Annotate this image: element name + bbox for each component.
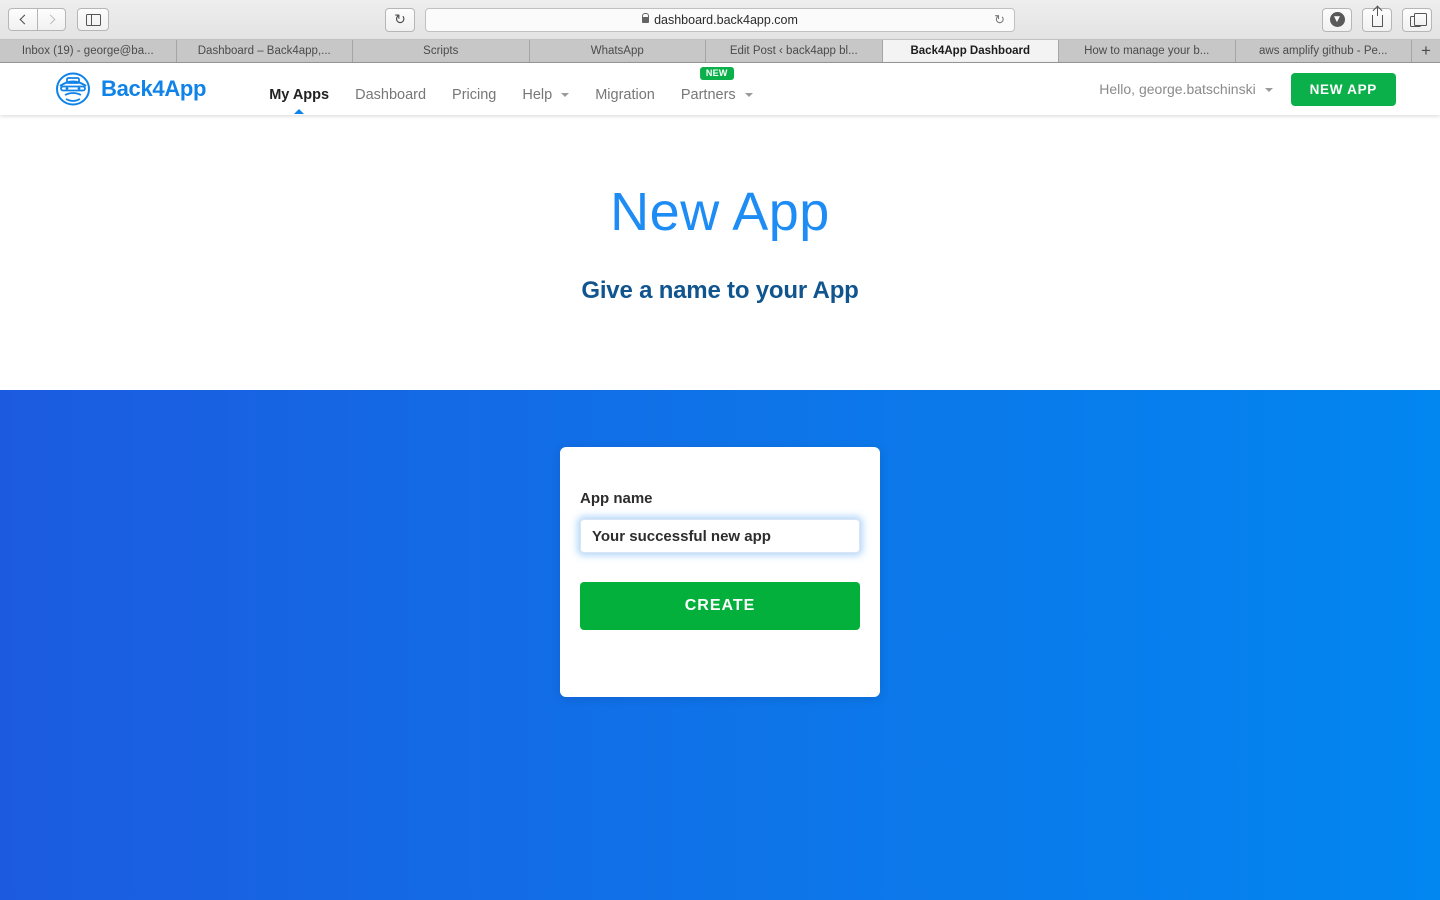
- tabs-overview-button[interactable]: [1402, 7, 1432, 32]
- browser-tab-bar: Inbox (19) - george@ba... Dashboard – Ba…: [0, 40, 1440, 63]
- nav-item-my-apps[interactable]: My Apps: [269, 86, 330, 114]
- navbar-right: Hello, george.batschinski NEW APP: [1099, 72, 1396, 106]
- logo-text: Back4App: [101, 76, 207, 101]
- nav-item-migration[interactable]: Migration: [595, 86, 655, 103]
- nav-item-dashboard[interactable]: Dashboard: [355, 86, 427, 103]
- nav-item-partners[interactable]: NEW Partners: [680, 66, 753, 103]
- browser-tab[interactable]: Edit Post ‹ back4app bl...: [706, 40, 883, 62]
- forward-button[interactable]: [37, 8, 66, 31]
- browser-tab[interactable]: Inbox (19) - george@ba...: [0, 40, 177, 62]
- lock-icon: [642, 13, 650, 23]
- browser-tab[interactable]: Scripts: [353, 40, 530, 62]
- page-reload-icon[interactable]: ↻: [994, 12, 1005, 28]
- nav-item-pricing[interactable]: Pricing: [452, 86, 497, 103]
- chevron-right-icon: [45, 14, 55, 25]
- user-menu[interactable]: Hello, george.batschinski: [1099, 81, 1273, 97]
- main-content: App name CREATE ? Help: [0, 390, 1440, 900]
- app-name-input[interactable]: [580, 519, 860, 553]
- chevron-down-icon: [561, 92, 570, 97]
- hero-section: New App Give a name to your App: [0, 115, 1440, 390]
- browser-tab[interactable]: How to manage your b...: [1059, 40, 1236, 62]
- new-app-card: App name CREATE: [560, 447, 880, 697]
- browser-tab[interactable]: Dashboard – Back4app,...: [176, 40, 353, 62]
- tabs-overview-icon: [1410, 12, 1427, 27]
- new-tab-button[interactable]: +: [1412, 40, 1440, 62]
- page-subtitle: Give a name to your App: [581, 277, 859, 304]
- page-title: New App: [610, 182, 830, 242]
- browser-nav-controls: [0, 8, 109, 31]
- address-bar[interactable]: dashboard.back4app.com ↻: [425, 7, 1015, 32]
- chevron-left-icon: [19, 14, 30, 25]
- nav-item-label: Migration: [595, 86, 655, 103]
- share-icon: [1371, 7, 1383, 27]
- new-app-button[interactable]: NEW APP: [1290, 72, 1396, 106]
- sidebar-toggle-icon: [85, 13, 101, 26]
- primary-nav: My Apps Dashboard Pricing Help Migration…: [269, 63, 753, 115]
- nav-item-help[interactable]: Help: [522, 86, 570, 103]
- address-bar-url: dashboard.back4app.com: [654, 12, 798, 27]
- back-button[interactable]: [8, 8, 37, 31]
- nav-item-label: Pricing: [452, 86, 497, 103]
- nav-item-label: Help: [522, 86, 553, 103]
- site-navbar: Back4App My Apps Dashboard Pricing Help …: [0, 63, 1440, 115]
- browser-tab[interactable]: WhatsApp: [529, 40, 706, 62]
- nav-item-label: My Apps: [269, 86, 330, 103]
- chevron-down-icon: [744, 92, 753, 97]
- browser-tools: ▼: [1322, 7, 1432, 32]
- browser-toolbar: ↻ dashboard.back4app.com ↻ ▼: [0, 0, 1440, 40]
- share-button[interactable]: [1362, 7, 1392, 32]
- new-badge: NEW: [699, 66, 734, 80]
- browser-tab[interactable]: aws amplify github - Pe...: [1235, 40, 1412, 62]
- chevron-down-icon: [1264, 88, 1273, 93]
- create-button[interactable]: CREATE: [580, 582, 860, 630]
- nav-item-label: Partners: [680, 86, 736, 103]
- back4app-mask-logo-icon: [56, 72, 90, 106]
- reload-icon: ↻: [394, 11, 406, 27]
- browser-tab-active[interactable]: Back4App Dashboard: [882, 40, 1059, 62]
- nav-item-label: Dashboard: [355, 86, 427, 103]
- user-greeting-label: Hello, george.batschinski: [1099, 81, 1256, 97]
- reload-button[interactable]: ↻: [385, 7, 415, 32]
- sidebar-toggle-button[interactable]: [77, 8, 109, 31]
- logo[interactable]: Back4App: [54, 72, 207, 106]
- app-name-label: App name: [580, 490, 653, 507]
- download-icon: ▼: [1329, 12, 1345, 27]
- active-caret-icon: [294, 109, 305, 114]
- downloads-button[interactable]: ▼: [1322, 7, 1352, 32]
